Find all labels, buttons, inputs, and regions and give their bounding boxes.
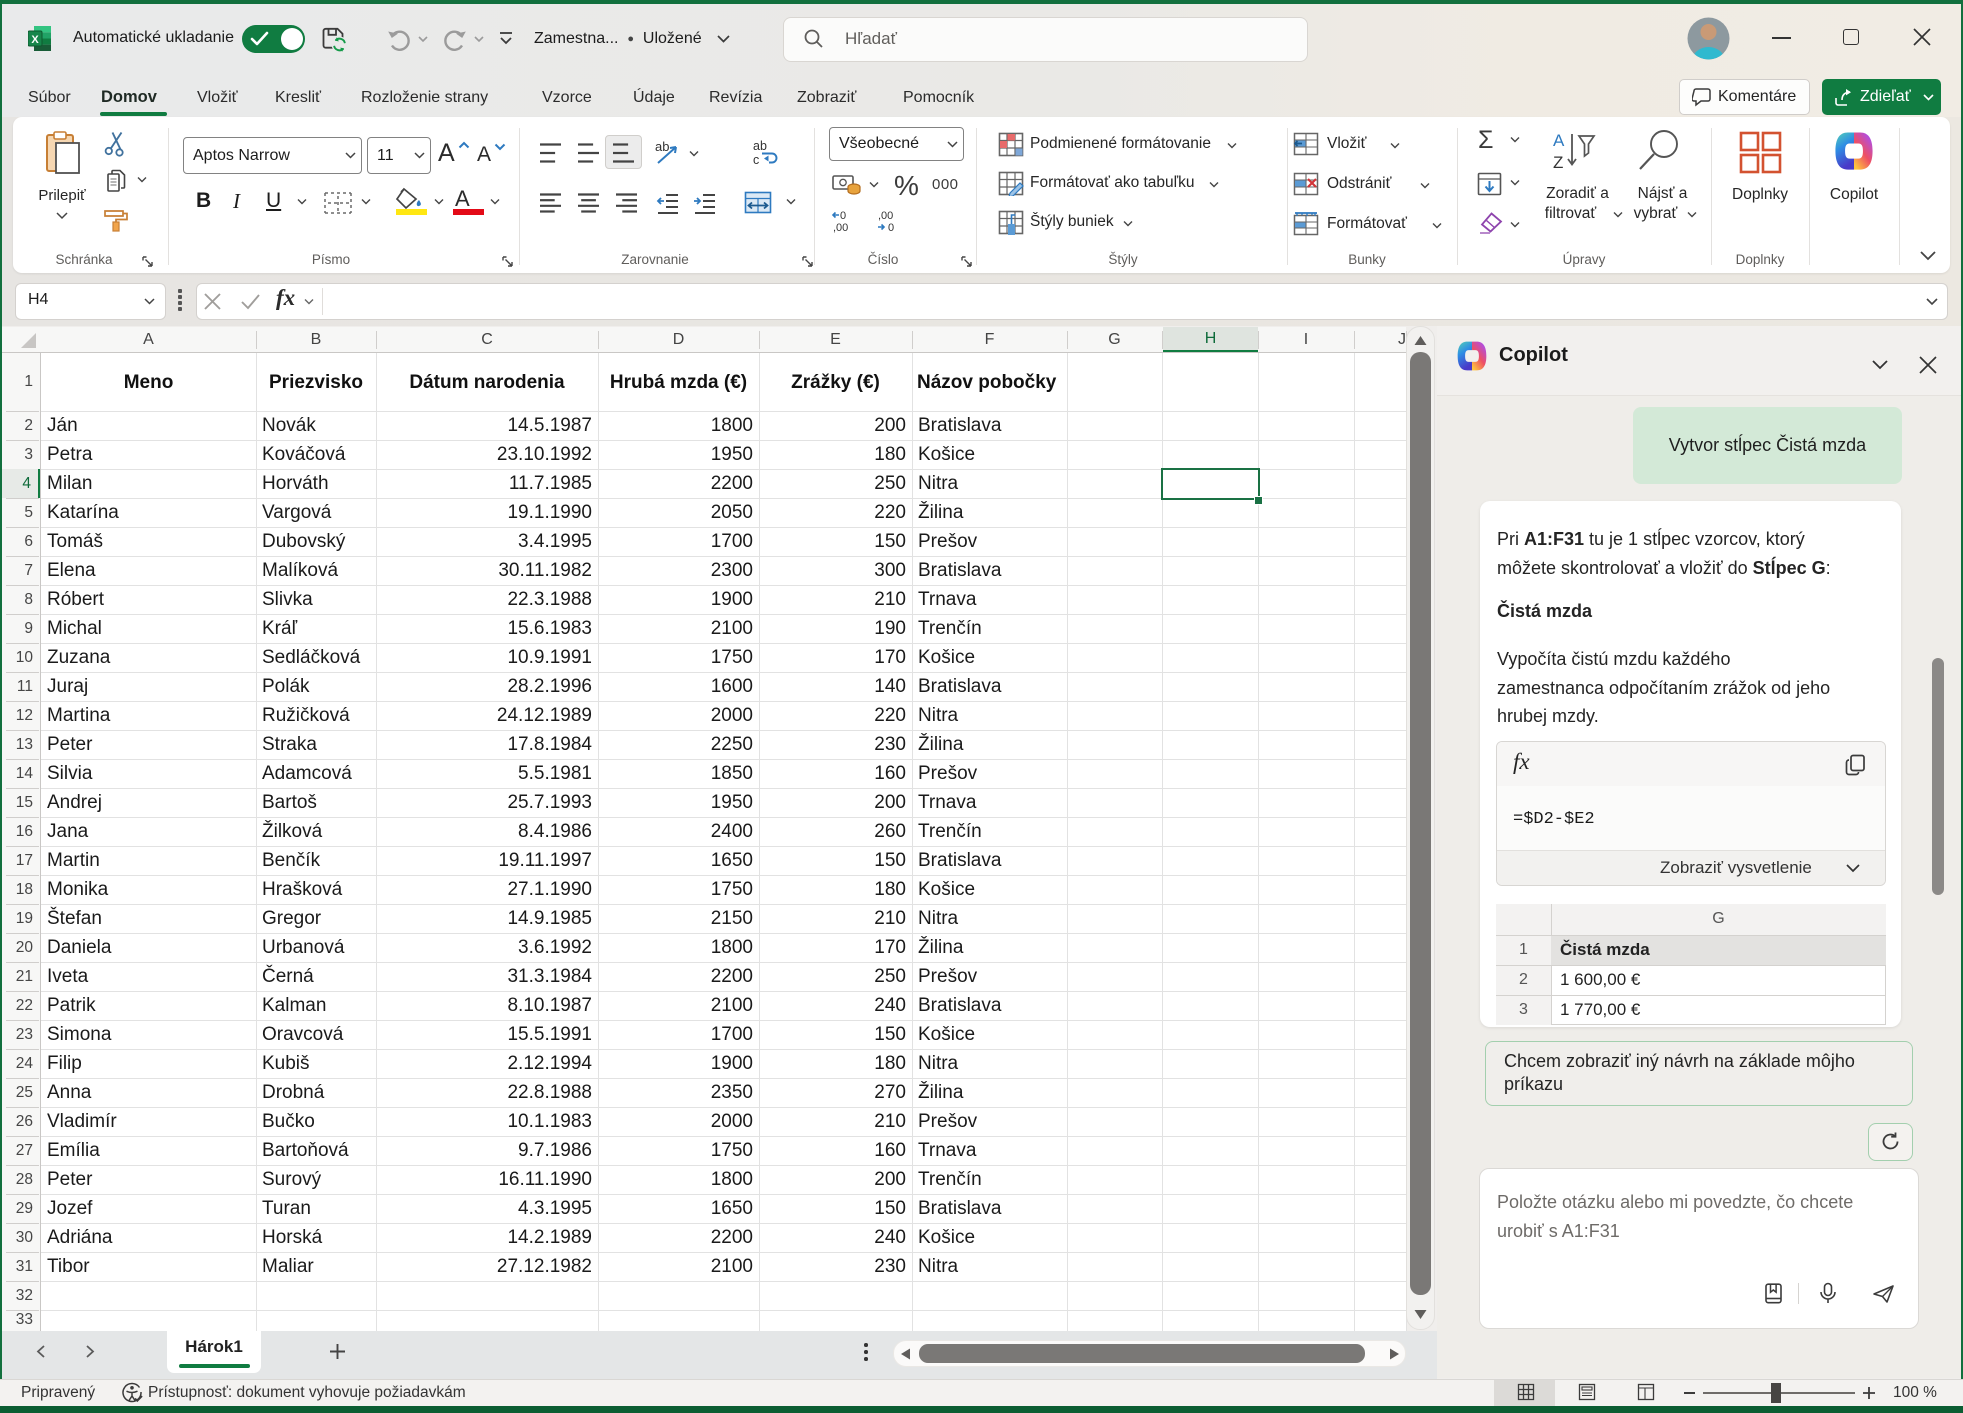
svg-text:Z: Z <box>1553 153 1563 172</box>
svg-text:,00: ,00 <box>833 222 848 233</box>
svg-text:0: 0 <box>888 222 894 233</box>
svg-text:0: 0 <box>840 210 846 222</box>
svg-text:ab: ab <box>753 139 767 153</box>
svg-text:A: A <box>1553 131 1565 150</box>
svg-text:c: c <box>753 153 759 167</box>
svg-text:,00: ,00 <box>878 210 893 222</box>
svg-text:X: X <box>31 34 39 46</box>
svg-text:ab: ab <box>655 139 669 154</box>
